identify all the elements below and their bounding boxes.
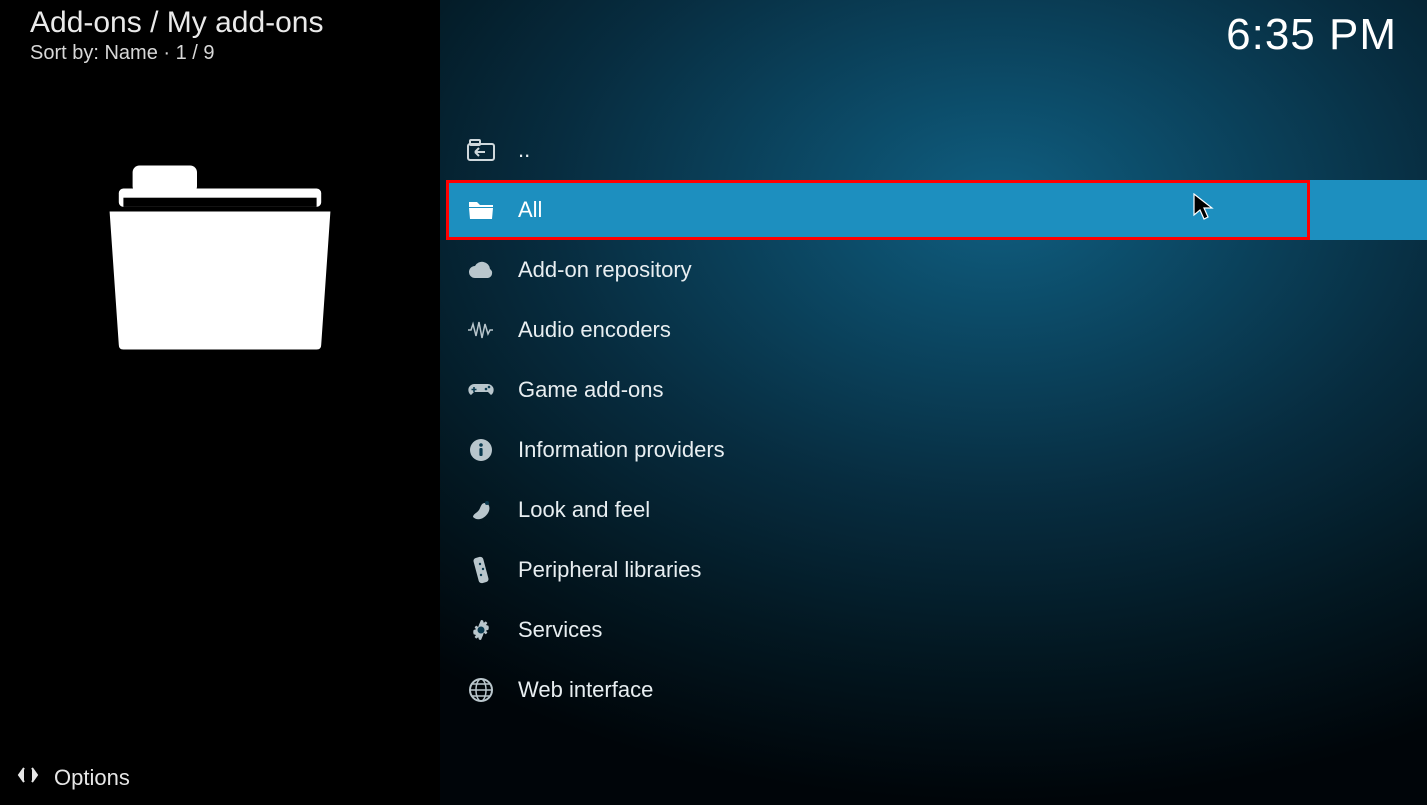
addon-category-list: .. All Add-on repository Audio encoders … — [446, 120, 1427, 720]
gamepad-icon — [466, 375, 496, 405]
list-item-label: Services — [518, 617, 602, 643]
folder-icon — [466, 195, 496, 225]
sort-line: Sort by: Name · 1 / 9 — [30, 42, 215, 65]
list-item-services[interactable]: Services — [446, 600, 1427, 660]
list-item-label: .. — [518, 137, 530, 163]
list-item-label: Peripheral libraries — [518, 557, 701, 583]
list-item-back[interactable]: .. — [446, 120, 1427, 180]
list-item-all[interactable]: All — [446, 180, 1427, 240]
paint-icon — [466, 495, 496, 525]
info-icon — [466, 435, 496, 465]
waveform-icon — [466, 315, 496, 345]
options-label: Options — [54, 765, 130, 791]
list-item-information-providers[interactable]: Information providers — [446, 420, 1427, 480]
gear-icon — [466, 615, 496, 645]
list-item-web-interface[interactable]: Web interface — [446, 660, 1427, 720]
cloud-icon — [466, 255, 496, 285]
list-item-label: Game add-ons — [518, 377, 664, 403]
list-item-audio-encoders[interactable]: Audio encoders — [446, 300, 1427, 360]
list-item-label: Look and feel — [518, 497, 650, 523]
globe-icon — [466, 675, 496, 705]
options-icon — [16, 763, 40, 793]
left-panel: Add-ons / My add-ons Sort by: Name · 1 /… — [0, 0, 440, 805]
list-item-label: Web interface — [518, 677, 653, 703]
breadcrumb: Add-ons / My add-ons — [30, 6, 323, 40]
list-item-label: All — [518, 197, 542, 223]
back-icon — [466, 135, 496, 165]
list-item-game-addons[interactable]: Game add-ons — [446, 360, 1427, 420]
list-item-look-and-feel[interactable]: Look and feel — [446, 480, 1427, 540]
clock: 6:35 PM — [1226, 10, 1397, 60]
folder-preview-icon — [105, 165, 335, 355]
list-item-addon-repository[interactable]: Add-on repository — [446, 240, 1427, 300]
list-item-label: Audio encoders — [518, 317, 671, 343]
list-item-peripheral-libraries[interactable]: Peripheral libraries — [446, 540, 1427, 600]
list-item-label: Add-on repository — [518, 257, 692, 283]
list-item-label: Information providers — [518, 437, 725, 463]
options-button[interactable]: Options — [16, 763, 130, 793]
remote-icon — [466, 555, 496, 585]
